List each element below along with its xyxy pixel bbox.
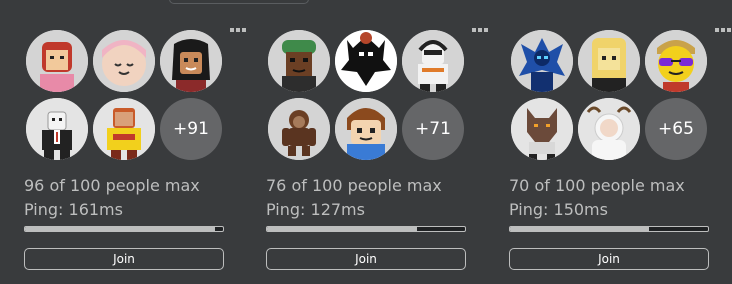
server-card: +91 96 of 100 people max Ping: 161ms Joi… xyxy=(24,14,248,284)
bacon-hair-avatar-icon[interactable] xyxy=(335,98,397,160)
extra-players-badge: +71 xyxy=(402,98,464,160)
ping-text: Ping: 161ms xyxy=(24,200,123,219)
ping-text: Ping: 150ms xyxy=(509,200,608,219)
capacity-text: 70 of 100 people max xyxy=(509,176,685,195)
capacity-bar xyxy=(24,226,224,232)
player-avatars: +91 xyxy=(26,30,226,160)
join-button[interactable]: Join xyxy=(266,248,466,270)
capacity-bar-fill xyxy=(25,227,216,231)
monkey-avatar-icon[interactable] xyxy=(268,98,330,160)
suited-avatar-icon[interactable] xyxy=(26,98,88,160)
extra-players-badge: +65 xyxy=(645,98,707,160)
red-hair-girl-avatar-icon[interactable] xyxy=(26,30,88,92)
server-info: 70 of 100 people max Ping: 150ms xyxy=(509,174,685,222)
server-card: +71 76 of 100 people max Ping: 127ms Joi… xyxy=(266,14,490,284)
blue-dragon-avatar-icon[interactable] xyxy=(511,30,573,92)
wolf-avatar-icon[interactable] xyxy=(511,98,573,160)
black-creature-avatar-icon[interactable] xyxy=(335,30,397,92)
capacity-bar-fill xyxy=(510,227,649,231)
capacity-text: 76 of 100 people max xyxy=(266,176,442,195)
player-avatars: +71 xyxy=(268,30,468,160)
ping-text: Ping: 127ms xyxy=(266,200,365,219)
capacity-bar xyxy=(266,226,466,232)
server-list: +91 96 of 100 people max Ping: 161ms Joi… xyxy=(0,0,732,284)
green-cap-avatar-icon[interactable] xyxy=(268,30,330,92)
bunny-avatar-icon[interactable] xyxy=(578,98,640,160)
blonde-smiling-avatar-icon[interactable] xyxy=(93,30,155,92)
blonde-avatar-icon[interactable] xyxy=(578,30,640,92)
capacity-bar xyxy=(509,226,709,232)
server-info: 96 of 100 people max Ping: 161ms xyxy=(24,174,200,222)
more-options-icon[interactable] xyxy=(230,26,248,34)
server-info: 76 of 100 people max Ping: 127ms xyxy=(266,174,442,222)
headphones-avatar-icon[interactable] xyxy=(402,30,464,92)
more-options-icon[interactable] xyxy=(472,26,490,34)
yellow-shirt-avatar-icon[interactable] xyxy=(93,98,155,160)
black-hair-avatar-icon[interactable] xyxy=(160,30,222,92)
join-button[interactable]: Join xyxy=(24,248,224,270)
join-button[interactable]: Join xyxy=(509,248,709,270)
capacity-text: 96 of 100 people max xyxy=(24,176,200,195)
more-options-icon[interactable] xyxy=(715,26,732,34)
extra-players-badge: +91 xyxy=(160,98,222,160)
top-tab[interactable] xyxy=(169,0,309,4)
player-avatars: +65 xyxy=(511,30,711,160)
sunglasses-avatar-icon[interactable] xyxy=(645,30,707,92)
server-card: +65 70 of 100 people max Ping: 150ms Joi… xyxy=(509,14,732,284)
capacity-bar-fill xyxy=(267,227,418,231)
